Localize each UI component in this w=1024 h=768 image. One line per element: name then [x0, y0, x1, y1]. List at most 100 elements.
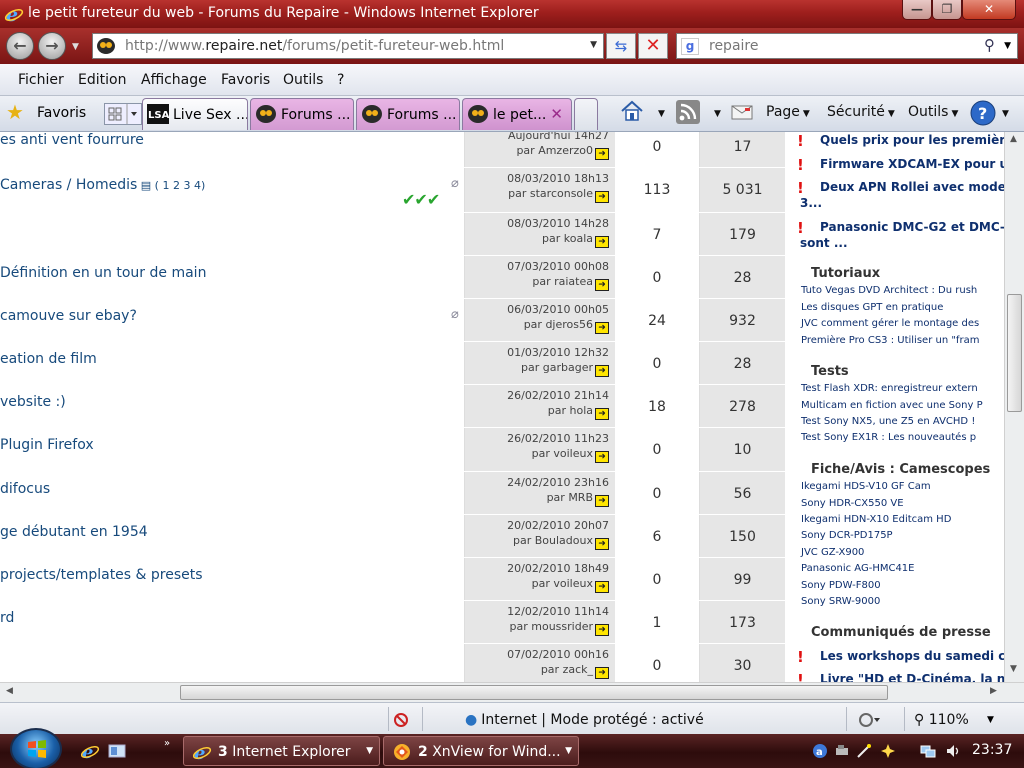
topic-row[interactable]: 07/02/2010 00h16 par zack_ ➜ 0 30: [0, 644, 785, 682]
topic-row[interactable]: Cameras / Homedis ▤ ( 1 2 3 4) ⌀ ✔✔✔ 08/03/…: [0, 168, 785, 212]
goto-last-post-icon[interactable]: ➜: [595, 495, 609, 507]
home-dropdown-icon[interactable]: ▼: [655, 104, 665, 120]
topic-title-link[interactable]: rd: [0, 610, 14, 626]
tray-spark-icon[interactable]: [880, 743, 896, 759]
popup-blocker-icon[interactable]: [393, 712, 409, 728]
camcorder-link[interactable]: Sony HDR-CX550 VE: [801, 498, 904, 509]
topic-row[interactable]: 08/03/2010 14h28 par koala ➜ 7 179: [0, 213, 785, 255]
menu-favoris[interactable]: Favoris: [221, 72, 270, 88]
camcorder-link[interactable]: JVC GZ-X900: [801, 547, 864, 558]
address-bar[interactable]: http://www.repaire.net/forums/petit-fure…: [92, 33, 604, 59]
topic-title-link[interactable]: difocus: [0, 481, 50, 497]
address-dropdown-icon[interactable]: ▼: [590, 40, 597, 50]
topic-title-link[interactable]: Cameras / Homedis ▤ ( 1 2 3 4): [0, 177, 205, 193]
tab-close-icon[interactable]: ✕: [550, 105, 563, 123]
vertical-scroll-thumb[interactable]: [1007, 294, 1022, 412]
topic-row[interactable]: eation de film 01/03/2010 12h32 par garbag…: [0, 342, 785, 384]
goto-last-post-icon[interactable]: ➜: [595, 451, 609, 463]
stop-button[interactable]: ✕: [638, 33, 668, 59]
topic-row[interactable]: vebsite :) 26/02/2010 21h14 par hola ➜ 18 278: [0, 385, 785, 427]
start-button[interactable]: [10, 728, 62, 768]
author-link[interactable]: garbager: [543, 361, 593, 374]
back-button[interactable]: ←: [6, 32, 34, 60]
menu-outils[interactable]: Outils: [283, 72, 323, 88]
topic-row[interactable]: camouve sur ebay? ⌀ 06/03/2010 00h05 par dj…: [0, 299, 785, 341]
author-link[interactable]: moussrider: [531, 620, 593, 633]
search-input[interactable]: repaire: [709, 38, 758, 54]
vertical-scrollbar[interactable]: ▲ ▼: [1004, 132, 1024, 682]
zoom-dropdown-icon[interactable]: ▼: [987, 715, 994, 725]
tab-forums-1[interactable]: Forums ...: [250, 98, 354, 130]
topic-title-link[interactable]: Définition en un tour de main: [0, 265, 206, 281]
new-tab-button[interactable]: [574, 98, 598, 130]
author-link[interactable]: MRB: [568, 491, 593, 504]
page-menu[interactable]: Page ▼: [766, 104, 810, 120]
show-desktop-icon[interactable]: [107, 741, 127, 761]
topic-title-link[interactable]: camouve sur ebay?: [0, 308, 137, 324]
address-url[interactable]: http://www.repaire.net/forums/petit-fure…: [125, 38, 504, 54]
author-link[interactable]: voileux: [553, 577, 593, 590]
author-link[interactable]: starconsole: [530, 187, 593, 200]
feeds-button[interactable]: [676, 100, 700, 128]
author-link[interactable]: Amzerzo0: [538, 144, 593, 157]
scroll-right-icon[interactable]: ▶: [990, 686, 997, 696]
goto-last-post-icon[interactable]: ➜: [595, 191, 609, 203]
maximize-button[interactable]: ❐: [932, 0, 962, 20]
topic-row[interactable]: projects/templates & presets 20/02/2010 1…: [0, 558, 785, 600]
topic-title-link[interactable]: projects/templates & presets: [0, 567, 203, 583]
security-menu[interactable]: Sécurité ▼: [827, 104, 895, 120]
camcorder-link[interactable]: Sony SRW-9000: [801, 596, 880, 607]
topic-row[interactable]: Définition en un tour de main 07/03/2010 …: [0, 256, 785, 298]
tray-device-icon[interactable]: [834, 743, 850, 759]
history-dropdown-icon[interactable]: ▼: [72, 42, 79, 52]
topic-row[interactable]: difocus 24/02/2010 23h16 par MRB ➜ 0 56: [0, 472, 785, 514]
tab-forums-2[interactable]: Forums ...: [356, 98, 460, 130]
topic-title-link[interactable]: Plugin Firefox: [0, 437, 94, 453]
goto-last-post-icon[interactable]: ➜: [595, 624, 609, 636]
tab-le-petit-active[interactable]: le pet... ✕: [462, 98, 572, 130]
taskbar-xnview[interactable]: 2 XnView for Wind... ▼: [383, 736, 579, 766]
refresh-button[interactable]: ⇆: [606, 33, 636, 59]
taskbar-internet-explorer[interactable]: e 3 Internet Explorer ▼: [183, 736, 380, 766]
refresh-status-icon[interactable]: [858, 711, 882, 729]
topic-row[interactable]: ge débutant en 1954 20/02/2010 20h07 par B…: [0, 515, 785, 557]
test-link[interactable]: Multicam en fiction avec une Sony P: [801, 400, 983, 411]
goto-last-post-icon[interactable]: ➜: [595, 365, 609, 377]
menu-fichier[interactable]: Fichier: [18, 72, 64, 88]
topic-title-link[interactable]: eation de film: [0, 351, 97, 367]
ie-quicklaunch-icon[interactable]: e: [80, 741, 100, 761]
quicklaunch-overflow-icon[interactable]: »: [164, 738, 170, 749]
scroll-down-icon[interactable]: ▼: [1010, 664, 1017, 674]
tutorial-link[interactable]: Les disques GPT en pratique: [801, 302, 943, 313]
goto-last-post-icon[interactable]: ➜: [595, 581, 609, 593]
test-link[interactable]: Test Sony EX1R : Les nouveautés p: [801, 432, 976, 443]
goto-last-post-icon[interactable]: ➜: [595, 236, 609, 248]
topic-title-link[interactable]: ge débutant en 1954: [0, 524, 148, 540]
topic-title-link[interactable]: vebsite :): [0, 394, 66, 410]
tutorial-link[interactable]: JVC comment gérer le montage des: [801, 318, 979, 329]
test-link[interactable]: Test Sony NX5, une Z5 en AVCHD !: [801, 416, 975, 427]
author-link[interactable]: voileux: [553, 447, 593, 460]
author-link[interactable]: Bouladoux: [535, 534, 593, 547]
quick-tabs-button[interactable]: [104, 103, 142, 125]
author-link[interactable]: koala: [564, 232, 593, 245]
tools-menu[interactable]: Outils ▼: [908, 104, 958, 120]
tab-live[interactable]: LSA Live Sex ...: [142, 98, 248, 130]
goto-last-post-icon[interactable]: ➜: [595, 322, 609, 334]
zoom-level[interactable]: ⚲ 110%: [914, 712, 969, 728]
menu-affichage[interactable]: Affichage: [141, 72, 207, 88]
goto-last-post-icon[interactable]: ➜: [595, 667, 609, 679]
help-button[interactable]: ?: [970, 100, 996, 130]
tutorial-link[interactable]: Tuto Vegas DVD Architect : Du rush: [801, 285, 977, 296]
horizontal-scrollbar[interactable]: ◀ ▶: [0, 682, 1024, 702]
horizontal-scroll-thumb[interactable]: [180, 685, 888, 700]
menu-help[interactable]: ?: [337, 72, 344, 88]
tutorial-link[interactable]: Première Pro CS3 : Utiliser un "fram: [801, 335, 979, 346]
tray-app-icon[interactable]: a: [812, 743, 828, 759]
camcorder-link[interactable]: Sony DCR-PD175P: [801, 530, 893, 541]
scroll-left-icon[interactable]: ◀: [6, 686, 13, 696]
home-button[interactable]: [620, 100, 644, 126]
author-link[interactable]: djeros56: [545, 318, 593, 331]
camcorder-link[interactable]: Sony PDW-F800: [801, 580, 881, 591]
feeds-dropdown-icon[interactable]: ▼: [711, 104, 721, 120]
